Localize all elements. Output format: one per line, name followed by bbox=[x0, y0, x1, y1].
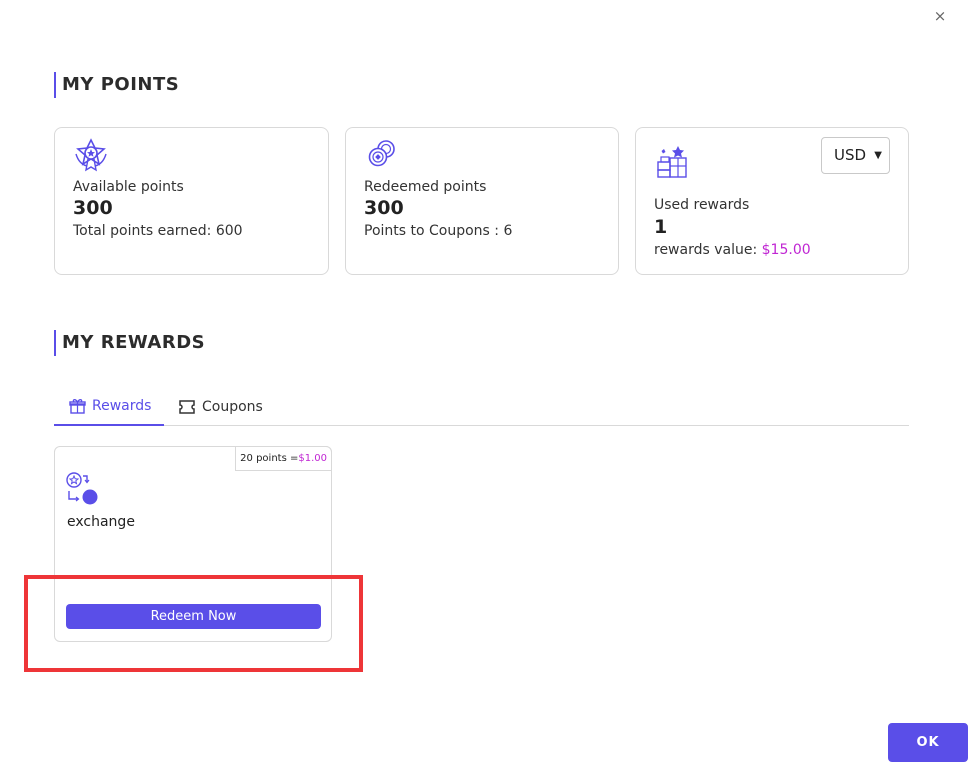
coins-icon bbox=[368, 140, 395, 167]
ticket-icon bbox=[179, 400, 195, 414]
my-points-title: MY POINTS bbox=[54, 72, 179, 98]
available-points-value: 300 bbox=[73, 197, 113, 219]
reward-card: 20 points =$1.00 exchange Redeem Now bbox=[54, 446, 332, 642]
tab-rewards[interactable]: Rewards bbox=[54, 388, 164, 426]
points-to-coupons: Points to Coupons : 6 bbox=[364, 223, 513, 239]
tab-coupons[interactable]: Coupons bbox=[178, 388, 263, 426]
rewards-value-line: rewards value: $15.00 bbox=[654, 242, 811, 258]
ok-button[interactable]: OK bbox=[888, 723, 968, 762]
chevron-down-icon: ▼ bbox=[874, 150, 882, 161]
used-rewards-card: USD ▼ Used rewards 1 rewards value: $15.… bbox=[635, 127, 909, 275]
currency-select[interactable]: USD ▼ bbox=[821, 137, 890, 174]
currency-selected-value: USD bbox=[834, 146, 867, 164]
rewards-value-amount: $15.00 bbox=[761, 242, 811, 258]
rewards-tabs: Rewards Coupons bbox=[54, 388, 909, 426]
reward-name: exchange bbox=[67, 514, 135, 530]
points-cost: 20 points = bbox=[240, 453, 299, 464]
close-icon[interactable]: × bbox=[930, 6, 950, 26]
tab-coupons-label: Coupons bbox=[202, 399, 263, 415]
redeemed-points-card: Redeemed points 300 Points to Coupons : … bbox=[345, 127, 619, 275]
redeemed-points-label: Redeemed points bbox=[364, 179, 487, 195]
total-points-earned: Total points earned: 600 bbox=[73, 223, 243, 239]
used-rewards-value: 1 bbox=[654, 216, 668, 238]
used-rewards-label: Used rewards bbox=[654, 197, 750, 213]
available-points-card: Available points 300 Total points earned… bbox=[54, 127, 329, 275]
price-value: $1.00 bbox=[298, 453, 327, 464]
my-rewards-title: MY REWARDS bbox=[54, 330, 205, 356]
star-badge-icon bbox=[75, 138, 107, 172]
redeemed-points-value: 300 bbox=[364, 197, 404, 219]
exchange-icon bbox=[66, 472, 98, 505]
points-price-tag: 20 points =$1.00 bbox=[235, 446, 332, 471]
gift-icon bbox=[69, 399, 86, 414]
gift-boxes-icon bbox=[657, 146, 687, 178]
rewards-value-label: rewards value: bbox=[654, 242, 762, 258]
tab-rewards-label: Rewards bbox=[92, 398, 152, 414]
redeem-now-button[interactable]: Redeem Now bbox=[66, 604, 321, 629]
available-points-label: Available points bbox=[73, 179, 184, 195]
